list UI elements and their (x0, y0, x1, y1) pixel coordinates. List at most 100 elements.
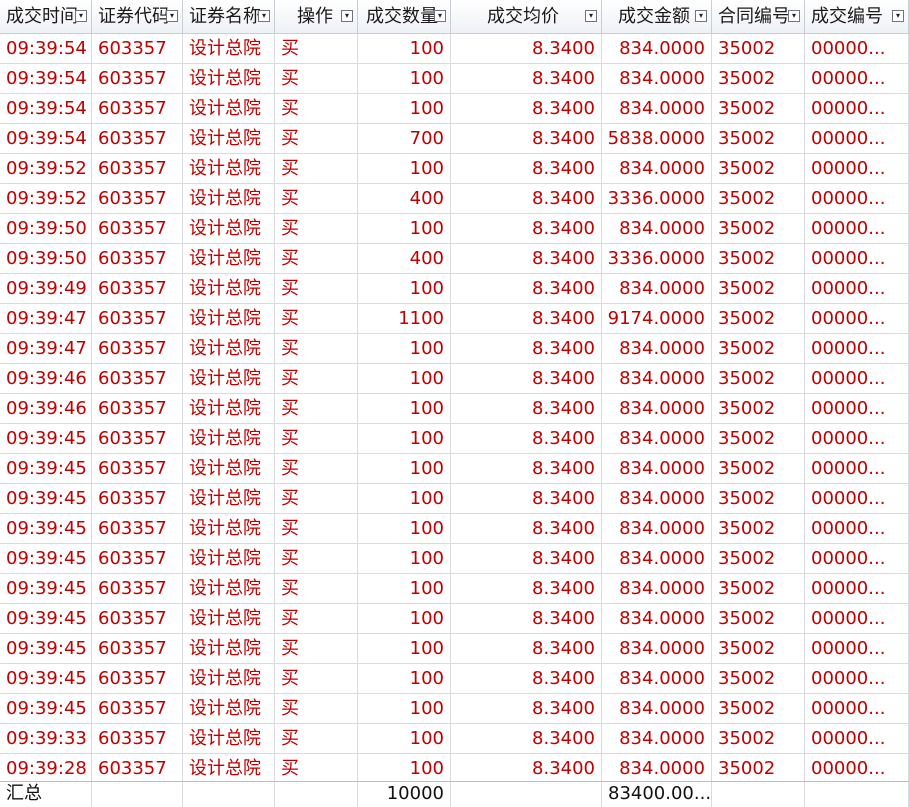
table-cell: 8.3400 (451, 184, 602, 213)
table-cell: 设计总院 (183, 64, 275, 93)
table-cell: 100 (358, 94, 451, 123)
table-cell: 09:39:28 (0, 754, 92, 783)
table-cell: 09:39:45 (0, 574, 92, 603)
column-header-6[interactable]: 成交金额 ▾ (602, 0, 712, 34)
table-cell: 买 (275, 664, 358, 693)
table-cell: 100 (358, 64, 451, 93)
table-cell: 8.3400 (451, 694, 602, 723)
table-row[interactable]: 09:39:45 603357 设计总院买 100 8.3400 834.0000 3500… (0, 634, 909, 664)
table-cell: 100 (358, 334, 451, 363)
table-cell: 设计总院 (183, 544, 275, 573)
table-cell: 603357 (92, 124, 183, 153)
table-row[interactable]: 09:39:54 603357 设计总院买 100 8.3400 834.0000 3500… (0, 64, 909, 94)
dropdown-arrow-icon[interactable]: ▾ (892, 10, 904, 22)
table-cell: 买 (275, 64, 358, 93)
table-cell: 834.0000 (602, 544, 712, 573)
dropdown-arrow-icon[interactable]: ▾ (166, 10, 178, 22)
table-cell: 603357 (92, 304, 183, 333)
table-cell: 设计总院 (183, 454, 275, 483)
table-cell: 8.3400 (451, 94, 602, 123)
table-cell: 00000... (805, 184, 909, 213)
table-row[interactable]: 09:39:50 603357 设计总院买 400 8.3400 3336.0000 350… (0, 244, 909, 274)
table-row[interactable]: 09:39:49 603357 设计总院买 100 8.3400 834.0000 3500… (0, 274, 909, 304)
dropdown-arrow-icon[interactable]: ▾ (434, 10, 446, 22)
table-cell: 8.3400 (451, 424, 602, 453)
table-cell: 09:39:50 (0, 214, 92, 243)
dropdown-arrow-icon[interactable]: ▾ (788, 10, 800, 22)
table-row[interactable]: 09:39:52 603357 设计总院买 400 8.3400 3336.0000 350… (0, 184, 909, 214)
table-row[interactable]: 09:39:45 603357 设计总院买 100 8.3400 834.0000 3500… (0, 574, 909, 604)
table-row[interactable]: 09:39:50 603357 设计总院买 100 8.3400 834.0000 3500… (0, 214, 909, 244)
table-cell: 设计总院 (183, 514, 275, 543)
table-cell: 00000... (805, 634, 909, 663)
table-row[interactable]: 09:39:45 603357 设计总院买 100 8.3400 834.0000 3500… (0, 514, 909, 544)
column-header-4[interactable]: 成交数量 ▾ (358, 0, 451, 34)
dropdown-arrow-icon[interactable]: ▾ (585, 10, 597, 22)
table-cell: 买 (275, 574, 358, 603)
table-cell: 3336.0000 (602, 244, 712, 273)
table-row[interactable]: 09:39:45 603357 设计总院买 100 8.3400 834.0000 3500… (0, 454, 909, 484)
table-cell: 00000... (805, 124, 909, 153)
dropdown-arrow-icon[interactable]: ▾ (75, 10, 87, 22)
table-row[interactable]: 09:39:46 603357 设计总院买 100 8.3400 834.0000 3500… (0, 394, 909, 424)
table-row[interactable]: 09:39:45 603357 设计总院买 100 8.3400 834.0000 3500… (0, 484, 909, 514)
table-cell: 834.0000 (602, 484, 712, 513)
table-row[interactable]: 09:39:54 603357 设计总院买 100 8.3400 834.0000 3500… (0, 94, 909, 124)
table-cell: 设计总院 (183, 94, 275, 123)
table-cell: 买 (275, 754, 358, 783)
table-cell: 00000... (805, 244, 909, 273)
table-cell: 09:39:45 (0, 544, 92, 573)
table-row[interactable]: 09:39:33 603357 设计总院买 100 8.3400 834.0000 3500… (0, 724, 909, 754)
column-header-7[interactable]: 合同编号 ▾ (712, 0, 805, 34)
grid-body: 09:39:54 603357 设计总院买 100 8.3400 834.0000 3500… (0, 34, 909, 784)
table-cell: 35002 (712, 214, 805, 243)
table-row[interactable]: 09:39:45 603357 设计总院买 100 8.3400 834.0000 3500… (0, 694, 909, 724)
table-cell: 00000... (805, 34, 909, 63)
table-cell: 设计总院 (183, 154, 275, 183)
table-cell: 400 (358, 244, 451, 273)
table-row[interactable]: 09:39:45 603357 设计总院买 100 8.3400 834.0000 3500… (0, 604, 909, 634)
table-cell: 100 (358, 604, 451, 633)
dropdown-arrow-icon[interactable]: ▾ (258, 10, 270, 22)
table-cell: 603357 (92, 664, 183, 693)
table-row[interactable]: 09:39:52 603357 设计总院买 100 8.3400 834.0000 3500… (0, 154, 909, 184)
table-cell: 603357 (92, 604, 183, 633)
column-header-1[interactable]: 证券代码 ▾ (92, 0, 183, 34)
table-cell: 设计总院 (183, 34, 275, 63)
table-cell: 100 (358, 34, 451, 63)
table-cell: 35002 (712, 304, 805, 333)
table-cell: 834.0000 (602, 514, 712, 543)
table-cell: 35002 (712, 604, 805, 633)
column-header-0[interactable]: 成交时间 ▾ (0, 0, 92, 34)
table-row[interactable]: 09:39:45 603357 设计总院买 100 8.3400 834.0000 3500… (0, 424, 909, 454)
column-header-8[interactable]: 成交编号 ▾ (805, 0, 909, 34)
table-cell: 买 (275, 544, 358, 573)
table-row[interactable]: 09:39:28 603357 设计总院买 100 8.3400 834.0000 3500… (0, 754, 909, 784)
table-row[interactable]: 09:39:45 603357 设计总院买 100 8.3400 834.0000 3500… (0, 664, 909, 694)
table-cell: 834.0000 (602, 724, 712, 753)
table-cell: 09:39:45 (0, 484, 92, 513)
table-cell: 834.0000 (602, 754, 712, 783)
dropdown-arrow-icon[interactable]: ▾ (341, 10, 353, 22)
table-cell: 设计总院 (183, 304, 275, 333)
column-header-3[interactable]: 操作 ▾ (275, 0, 358, 34)
table-row[interactable]: 09:39:54 603357 设计总院买 700 8.3400 5838.0000 350… (0, 124, 909, 154)
table-cell: 设计总院 (183, 244, 275, 273)
table-cell: 09:39:33 (0, 724, 92, 753)
column-header-5[interactable]: 成交均价 ▾ (451, 0, 602, 34)
table-row[interactable]: 09:39:47 603357 设计总院买 100 8.3400 834.0000 3500… (0, 334, 909, 364)
table-cell: 35002 (712, 454, 805, 483)
table-cell: 买 (275, 454, 358, 483)
column-header-2[interactable]: 证券名称 ▾ (183, 0, 275, 34)
table-row[interactable]: 09:39:47 603357 设计总院买 1100 8.3400 9174.0000 35… (0, 304, 909, 334)
table-cell: 09:39:45 (0, 454, 92, 483)
table-row[interactable]: 09:39:45 603357 设计总院买 100 8.3400 834.0000 3500… (0, 544, 909, 574)
dropdown-arrow-icon[interactable]: ▾ (695, 10, 707, 22)
table-cell: 00000... (805, 334, 909, 363)
table-row[interactable]: 09:39:54 603357 设计总院买 100 8.3400 834.0000 3500… (0, 34, 909, 64)
table-cell: 35002 (712, 484, 805, 513)
table-row[interactable]: 09:39:46 603357 设计总院买 100 8.3400 834.0000 3500… (0, 364, 909, 394)
table-cell: 603357 (92, 34, 183, 63)
table-cell: 834.0000 (602, 394, 712, 423)
table-cell: 700 (358, 124, 451, 153)
